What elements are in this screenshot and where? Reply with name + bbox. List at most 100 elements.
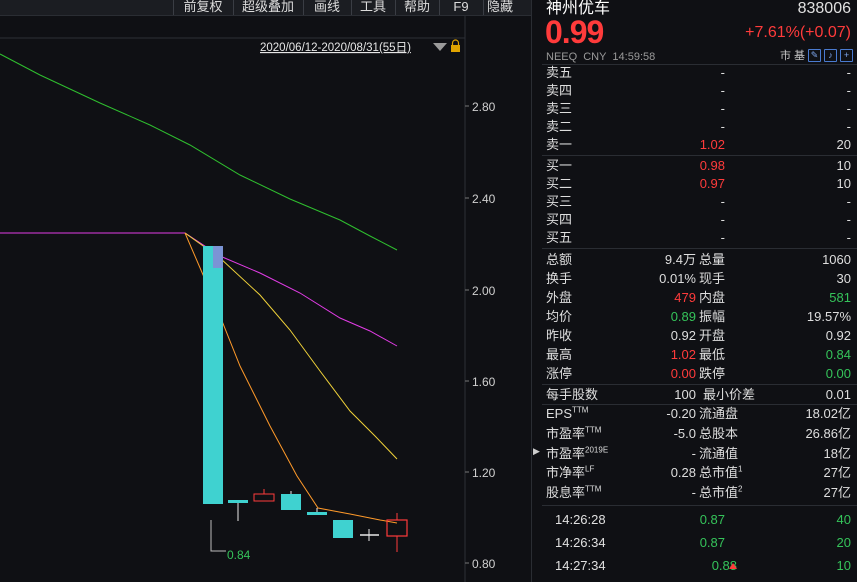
bid-row[interactable]: 买二 0.97 10 (542, 175, 857, 193)
stat-label-suffix: TTM (585, 425, 602, 435)
y-axis-ticks: 2.80 2.40 2.00 1.60 1.20 0.80 (465, 100, 496, 571)
stat-value: 1.02 (670, 347, 696, 362)
add-watchlist-icon[interactable]: + (840, 48, 853, 62)
quote-action-icons: 市 基 ✎ ♪ + (780, 48, 853, 62)
stat-label: 市盈率 (546, 426, 586, 441)
ask-label: 卖三 (546, 101, 573, 116)
stat-label: 昨收 (546, 328, 573, 343)
candle-bullish (386, 513, 408, 552)
ask-row[interactable]: 卖四 - - (542, 82, 857, 100)
stat-value: 26.86亿 (805, 426, 851, 441)
toolbar-super-overlay-button[interactable]: 超级叠加 (237, 0, 299, 15)
tick-volume: 20 (836, 535, 851, 550)
stat-label: 外盘 (546, 290, 573, 305)
toolbar-separator (173, 0, 174, 15)
bid-volume: 10 (836, 158, 851, 173)
stat-value: 19.57% (806, 309, 851, 324)
bid-row[interactable]: 买五 - - (542, 229, 857, 247)
bid-price: - (720, 230, 725, 245)
toolbar-separator (303, 0, 304, 15)
trade-tick-row[interactable]: 14:26:34 0.87 20 (542, 532, 857, 554)
currency-label: CNY (583, 51, 607, 63)
lot-row: 每手股数 100 最小价差 0.01 (542, 385, 857, 404)
toolbar-draw-line-button[interactable]: 画线 (307, 0, 347, 15)
stat-value: 0.84 (825, 347, 851, 362)
ask-volume: - (846, 83, 851, 98)
bid-row[interactable]: 买四 - - (542, 211, 857, 229)
bid-label: 买二 (546, 176, 573, 191)
ask-row[interactable]: 卖五 - - (542, 64, 857, 82)
y-tick-label: 2.80 (472, 100, 496, 114)
ask-row[interactable]: 卖一 1.02 20 (542, 136, 857, 154)
alert-bell-icon[interactable]: ♪ (824, 48, 837, 62)
candle-bearish (281, 491, 301, 510)
bid-row[interactable]: 买三 - - (542, 193, 857, 211)
stat-label: 每手股数 (546, 387, 599, 402)
ask-label: 卖二 (546, 119, 573, 134)
toolbar-f9-button[interactable]: F9 (443, 0, 479, 15)
bid-row[interactable]: 买一 0.98 10 (542, 157, 857, 175)
candlestick-chart[interactable]: 2.80 2.40 2.00 1.60 1.20 0.80 2020/06/12… (0, 16, 531, 582)
stat-row: 最高 1.02 最低 0.84 (542, 345, 857, 364)
stat-value: 18.02亿 (805, 406, 851, 421)
stat-label: 市盈率 (546, 446, 586, 461)
toolbar-separator (483, 0, 484, 15)
stat-row: 外盘 479 内盘 581 (542, 288, 857, 307)
bid-label: 买一 (546, 158, 573, 173)
ask-price: - (720, 83, 725, 98)
stat-label: 换手 (546, 271, 573, 286)
ask-row[interactable]: 卖二 - - (542, 118, 857, 136)
range-dropdown-icon[interactable] (433, 43, 447, 51)
collapse-panel-strip[interactable] (532, 0, 542, 582)
chart-toolbar: 前复权 超级叠加 画线 工具 帮助 F9 隐藏 (0, 0, 532, 16)
stat-label: 涨停 (546, 366, 573, 381)
market-fund-label[interactable]: 市 基 (780, 47, 805, 63)
stat-value: 0.01% (659, 271, 696, 286)
stat-label: 最高 (546, 347, 573, 362)
stat-label: 股息率 (546, 485, 586, 500)
stat-value: 0.28 (670, 465, 696, 480)
stock-code: 838006 (797, 0, 851, 17)
stat-label-suffix: 2019E (585, 445, 609, 455)
toolbar-forward-adjust-button[interactable]: 前复权 (177, 0, 229, 15)
toolbar-separator (395, 0, 396, 15)
quote-panel: 神州优车 838006 0.99 +7.61%(+0.07) NEEQ CNY 14… (542, 0, 857, 582)
stat-label: 振幅 (699, 309, 726, 324)
stat-value: 0.92 (670, 328, 696, 343)
tick-volume: 40 (836, 512, 851, 527)
toolbar-hide-button[interactable]: 隐藏 (487, 0, 531, 15)
bid-price: - (720, 212, 725, 227)
stat-label-suffix: TTM (585, 484, 602, 494)
stat-label-suffix: TTM (572, 405, 589, 415)
stat-value: 0.00 (825, 366, 851, 381)
stat-row: 总额 9.4万 总量 1060 (542, 250, 857, 269)
stat-label: 总股本 (699, 426, 739, 441)
tick-time: 14:26:28 (555, 512, 606, 527)
date-range-label[interactable]: 2020/06/12-2020/08/31(55日) (260, 42, 411, 54)
y-tick-label: 1.20 (472, 466, 496, 480)
stat-value: 1060 (822, 252, 851, 267)
expand-arrow-icon[interactable]: ▶ (533, 446, 540, 456)
stat-label-suffix: 1 (738, 464, 743, 474)
ask-label: 卖四 (546, 83, 573, 98)
stat-row: 昨收 0.92 开盘 0.92 (542, 326, 857, 345)
ma-line-green (0, 53, 398, 251)
ask-price: - (720, 119, 725, 134)
trade-tick-row[interactable]: 14:27:34 0.88 10 (542, 555, 857, 577)
last-price: 0.99 (545, 14, 604, 50)
edit-icon[interactable]: ✎ (808, 48, 821, 62)
toolbar-tools-button[interactable]: 工具 (355, 0, 391, 15)
trade-tick-row[interactable]: 14:26:28 0.87 40 (542, 509, 857, 531)
ask-price: - (720, 101, 725, 116)
bid-volume: 10 (836, 176, 851, 191)
stat-value: 0.01 (825, 387, 851, 402)
ask-label: 卖五 (546, 65, 573, 80)
tick-volume: 10 (836, 558, 851, 573)
ask-row[interactable]: 卖三 - - (542, 100, 857, 118)
bid-volume: - (846, 212, 851, 227)
toolbar-separator (233, 0, 234, 15)
stat-label: 总市值 (699, 465, 739, 480)
ask-volume: 20 (836, 137, 851, 152)
toolbar-help-button[interactable]: 帮助 (399, 0, 435, 15)
lock-icon[interactable] (451, 39, 460, 52)
